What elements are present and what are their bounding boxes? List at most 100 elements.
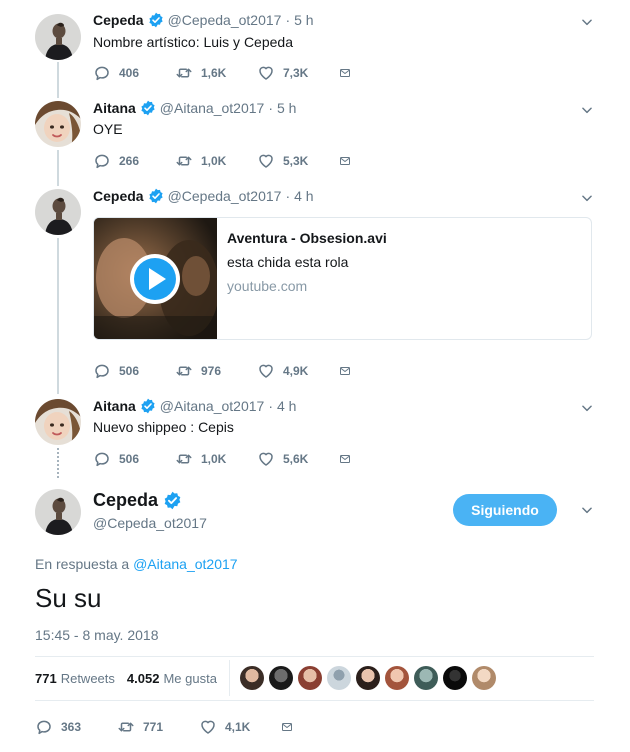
like-button[interactable]: 4,9K xyxy=(257,362,339,380)
cepeda-avatar-image xyxy=(35,14,81,60)
chevron-down-icon[interactable] xyxy=(580,503,594,517)
separator-dot: · xyxy=(285,188,291,204)
direct-message-button[interactable] xyxy=(339,450,359,468)
card-body: Aventura - Obsesion.avi esta chida esta … xyxy=(217,218,591,339)
timestamp[interactable]: 4 h xyxy=(277,398,296,414)
video-thumbnail[interactable] xyxy=(94,218,219,339)
liker-avatar[interactable] xyxy=(355,666,380,690)
verified-badge-icon xyxy=(148,12,164,28)
retweet-button[interactable]: 1,0K xyxy=(175,152,257,170)
heart-icon xyxy=(257,152,275,170)
user-handle[interactable]: @Cepeda_ot2017 xyxy=(168,188,282,204)
liker-avatar[interactable] xyxy=(239,666,264,690)
direct-message-button[interactable] xyxy=(281,718,301,736)
display-name[interactable]: Cepeda xyxy=(93,188,144,204)
direct-message-button[interactable] xyxy=(339,362,359,380)
avatar[interactable] xyxy=(35,14,81,60)
mail-icon xyxy=(339,152,351,170)
retweet-icon xyxy=(117,718,135,736)
liker-avatar[interactable] xyxy=(442,666,467,690)
engagement-stats: 771 Retweets 4.052 Me gusta xyxy=(35,656,501,700)
stats-separator xyxy=(228,660,230,696)
like-count: 4,9K xyxy=(283,364,309,378)
reply-count: 363 xyxy=(61,720,82,734)
reply-button[interactable]: 406 xyxy=(93,64,175,82)
retweet-count: 1,0K xyxy=(201,452,227,466)
main-author: Cepeda xyxy=(93,490,182,511)
tweet-header: Cepeda @Cepeda_ot2017 · 4 h xyxy=(93,188,314,204)
main-timestamp[interactable]: 15:45 - 8 may. 2018 xyxy=(35,627,158,643)
tweet-text: Nombre artístico: Luis y Cepeda xyxy=(93,34,293,50)
like-button[interactable]: 4,1K xyxy=(199,718,281,736)
mail-icon xyxy=(339,362,351,380)
thread-connector xyxy=(57,62,59,98)
heart-icon xyxy=(199,718,217,736)
user-handle[interactable]: @Cepeda_ot2017 xyxy=(93,515,207,531)
retweet-count: 771 xyxy=(143,720,164,734)
retweets-total[interactable]: 771 xyxy=(35,671,57,686)
timestamp[interactable]: 5 h xyxy=(277,100,296,116)
chevron-down-icon[interactable] xyxy=(580,191,594,205)
reply-button[interactable]: 506 xyxy=(93,450,175,468)
reply-to-handle-link[interactable]: @Aitana_ot2017 xyxy=(133,556,238,572)
reply-icon xyxy=(93,64,111,82)
reply-count: 506 xyxy=(119,364,140,378)
retweets-label[interactable]: Retweets xyxy=(61,671,115,686)
card-domain: youtube.com xyxy=(227,278,308,294)
user-handle[interactable]: @Aitana_ot2017 xyxy=(160,100,265,116)
retweet-icon xyxy=(175,152,193,170)
reply-count: 506 xyxy=(119,452,140,466)
aitana-avatar-image xyxy=(35,399,81,445)
retweet-button[interactable]: 976 xyxy=(175,362,257,380)
avatar[interactable] xyxy=(35,399,81,445)
display-name[interactable]: Aitana xyxy=(93,100,136,116)
timestamp[interactable]: 5 h xyxy=(294,12,313,28)
heart-icon xyxy=(257,450,275,468)
avatar[interactable] xyxy=(35,101,81,147)
divider xyxy=(35,700,594,701)
like-button[interactable]: 5,6K xyxy=(257,450,339,468)
liker-avatar[interactable] xyxy=(297,666,322,690)
cepeda-avatar-image xyxy=(35,489,81,535)
tweet-header: Aitana @Aitana_ot2017 · 4 h xyxy=(93,398,296,414)
liker-avatar[interactable] xyxy=(413,666,438,690)
tweet-actions: 506 976 4,9K xyxy=(93,362,359,380)
following-button[interactable]: Siguiendo xyxy=(453,494,557,526)
direct-message-button[interactable] xyxy=(339,64,359,82)
direct-message-button[interactable] xyxy=(339,152,359,170)
liker-avatar[interactable] xyxy=(268,666,293,690)
mail-icon xyxy=(339,450,351,468)
verified-badge-icon xyxy=(148,188,164,204)
likes-label[interactable]: Me gusta xyxy=(163,671,216,686)
play-icon[interactable] xyxy=(128,252,182,306)
user-handle[interactable]: @Cepeda_ot2017 xyxy=(168,12,282,28)
retweet-button[interactable]: 771 xyxy=(117,718,199,736)
liker-avatar-default[interactable] xyxy=(326,666,351,690)
like-button[interactable]: 7,3K xyxy=(257,64,339,82)
like-button[interactable]: 5,3K xyxy=(257,152,339,170)
display-name[interactable]: Cepeda xyxy=(93,12,144,28)
display-name[interactable]: Cepeda xyxy=(93,490,158,511)
main-tweet-actions: 363 771 4,1K xyxy=(35,718,301,736)
avatar[interactable] xyxy=(35,189,81,235)
reply-button[interactable]: 266 xyxy=(93,152,175,170)
display-name[interactable]: Aitana xyxy=(93,398,136,414)
chevron-down-icon[interactable] xyxy=(580,15,594,29)
user-handle[interactable]: @Aitana_ot2017 xyxy=(160,398,265,414)
liker-avatar[interactable] xyxy=(384,666,409,690)
reply-icon xyxy=(93,362,111,380)
link-card[interactable]: Aventura - Obsesion.avi esta chida esta … xyxy=(93,217,592,340)
retweet-button[interactable]: 1,6K xyxy=(175,64,257,82)
reply-count: 266 xyxy=(119,154,140,168)
heart-icon xyxy=(257,64,275,82)
avatar[interactable] xyxy=(35,489,81,535)
liker-avatar[interactable] xyxy=(471,666,496,690)
chevron-down-icon[interactable] xyxy=(580,401,594,415)
timestamp[interactable]: 4 h xyxy=(294,188,313,204)
likes-total[interactable]: 4.052 xyxy=(127,671,160,686)
reply-button[interactable]: 506 xyxy=(93,362,175,380)
chevron-down-icon[interactable] xyxy=(580,103,594,117)
reply-button[interactable]: 363 xyxy=(35,718,117,736)
retweet-button[interactable]: 1,0K xyxy=(175,450,257,468)
like-count: 5,6K xyxy=(283,452,309,466)
